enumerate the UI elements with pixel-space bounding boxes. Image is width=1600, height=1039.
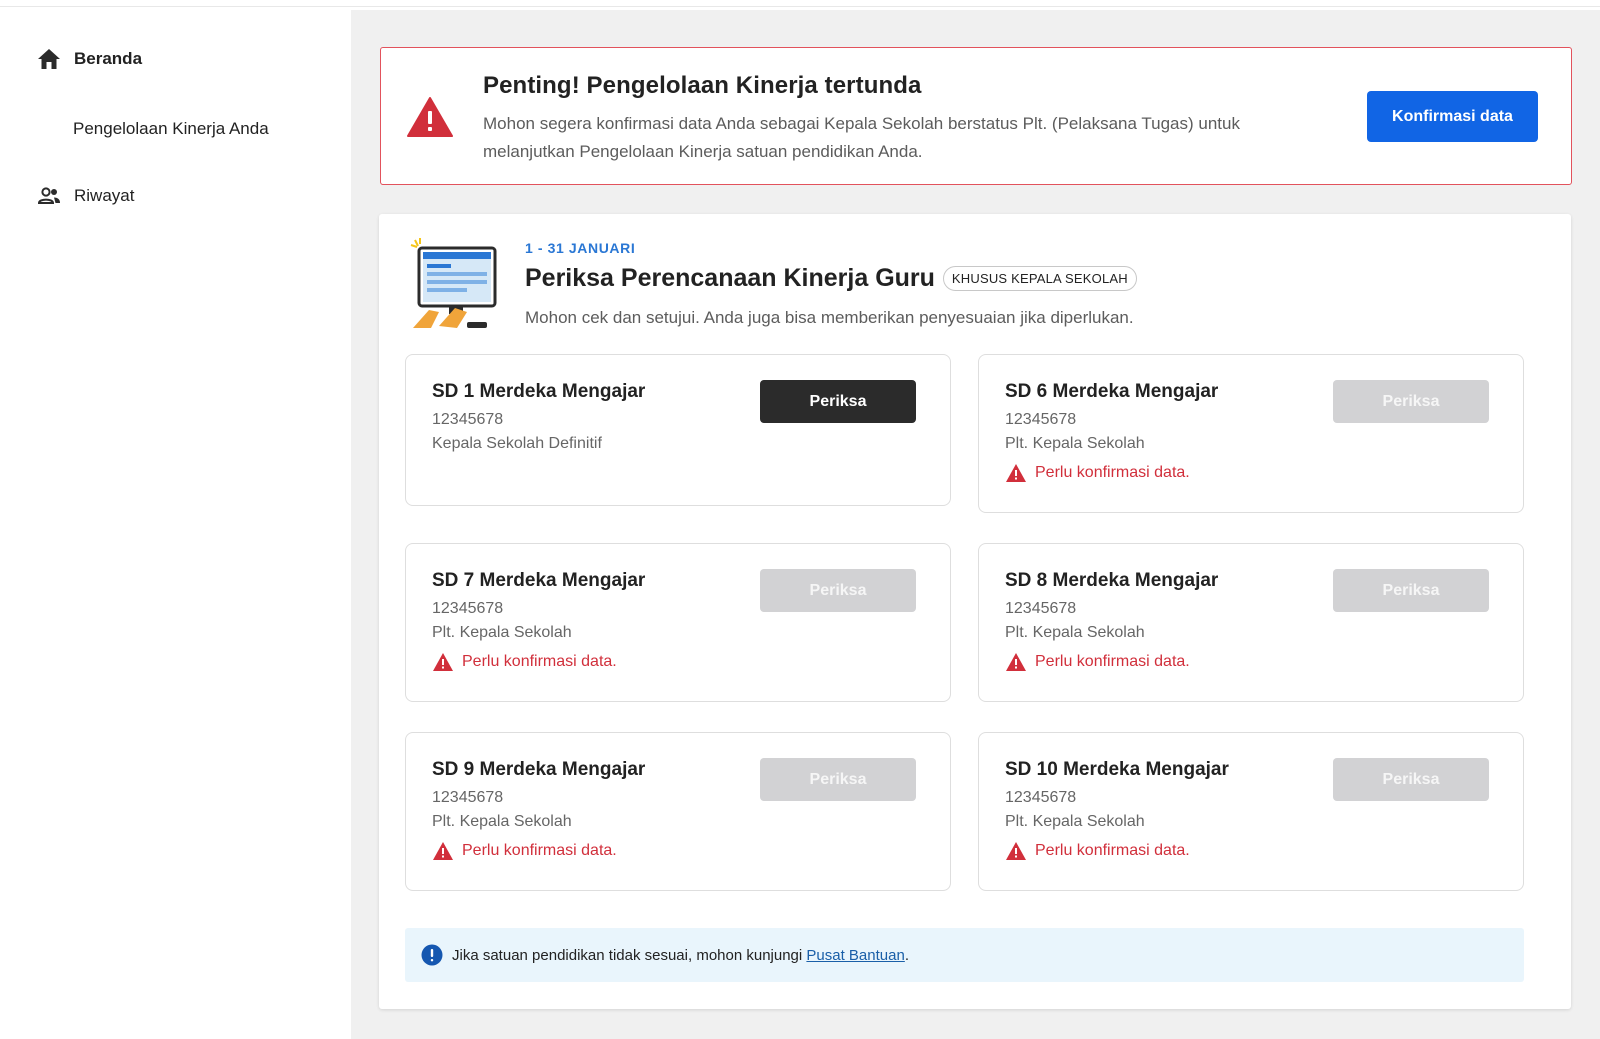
school-npsn: 12345678 [432, 411, 504, 428]
warning-icon [1006, 842, 1026, 860]
warning-icon [433, 653, 453, 671]
school-role: Plt. Kepala Sekolah [1005, 435, 1145, 452]
school-name: SD 9 Merdeka Mengajar [432, 759, 646, 780]
sidebar-item-label: Riwayat [74, 186, 135, 205]
periksa-button[interactable]: Periksa [1333, 569, 1489, 612]
school-npsn: 12345678 [1005, 600, 1077, 617]
school-npsn: 12345678 [432, 600, 504, 617]
section-header: Periksa Perencanaan Kinerja Guru KHUSUS … [525, 264, 1137, 293]
school-role: Plt. Kepala Sekolah [432, 813, 572, 830]
school-card: SD 1 Merdeka Mengajar 12345678 Kepala Se… [405, 354, 951, 506]
school-card: SD 7 Merdeka Mengajar 12345678 Plt. Kepa… [405, 543, 951, 702]
confirmation-warning: Perlu konfirmasi data. [1005, 463, 1190, 483]
konfirmasi-data-button[interactable]: Konfirmasi data [1367, 91, 1538, 142]
school-npsn: 12345678 [1005, 411, 1077, 428]
school-name: SD 10 Merdeka Mengajar [1005, 759, 1229, 780]
warning-text: Perlu konfirmasi data. [1035, 653, 1190, 670]
sidebar: Beranda Pengelolaan Kinerja Anda Riwayat [0, 8, 351, 1039]
periksa-button[interactable]: Periksa [760, 758, 916, 801]
confirmation-warning: Perlu konfirmasi data. [1005, 841, 1190, 861]
school-role: Kepala Sekolah Definitif [432, 435, 602, 452]
periksa-button[interactable]: Periksa [1333, 380, 1489, 423]
school-role: Plt. Kepala Sekolah [1005, 813, 1145, 830]
info-text: Jika satuan pendidikan tidak sesuai, moh… [452, 946, 807, 964]
sidebar-item-label: Pengelolaan Kinerja Anda [73, 119, 269, 138]
pending-alert: Penting! Pengelolaan Kinerja tertunda Mo… [380, 47, 1572, 185]
confirmation-warning: Perlu konfirmasi data. [432, 652, 617, 672]
school-npsn: 12345678 [432, 789, 504, 806]
school-card: SD 8 Merdeka Mengajar 12345678 Plt. Kepa… [978, 543, 1524, 702]
warning-icon [1006, 653, 1026, 671]
warning-text: Perlu konfirmasi data. [1035, 842, 1190, 859]
school-name: SD 1 Merdeka Mengajar [432, 381, 646, 402]
info-icon [421, 944, 443, 966]
alert-description: Mohon segera konfirmasi data Anda sebaga… [483, 114, 1240, 161]
help-center-link[interactable]: Pusat Bantuan [806, 947, 904, 964]
section-description: Mohon cek dan setujui. Anda juga bisa me… [525, 308, 1134, 327]
sidebar-item-pengelolaan-kinerja[interactable]: Pengelolaan Kinerja Anda [73, 119, 269, 139]
people-icon [36, 183, 62, 209]
confirmation-warning: Perlu konfirmasi data. [432, 841, 617, 861]
school-card: SD 6 Merdeka Mengajar 12345678 Plt. Kepa… [978, 354, 1524, 513]
school-card: SD 10 Merdeka Mengajar 12345678 Plt. Kep… [978, 732, 1524, 891]
school-role: Plt. Kepala Sekolah [432, 624, 572, 641]
sidebar-item-label: Beranda [74, 49, 143, 68]
monitor-illustration-icon [410, 238, 497, 328]
warning-icon [407, 97, 453, 137]
warning-text: Perlu konfirmasi data. [462, 653, 617, 670]
school-name: SD 8 Merdeka Mengajar [1005, 570, 1219, 591]
section-title: Periksa Perencanaan Kinerja Guru [525, 264, 935, 292]
sidebar-item-beranda[interactable]: Beranda [36, 46, 142, 72]
warning-icon [433, 842, 453, 860]
school-name: SD 7 Merdeka Mengajar [432, 570, 646, 591]
help-info-bar: Jika satuan pendidikan tidak sesuai, moh… [405, 928, 1524, 982]
sidebar-item-riwayat[interactable]: Riwayat [36, 183, 134, 209]
school-name: SD 6 Merdeka Mengajar [1005, 381, 1219, 402]
warning-text: Perlu konfirmasi data. [1035, 464, 1190, 481]
periksa-button[interactable]: Periksa [760, 380, 916, 423]
periksa-button[interactable]: Periksa [760, 569, 916, 612]
performance-planning-card: 1 - 31 JANUARI Periksa Perencanaan Kiner… [379, 214, 1571, 1009]
confirmation-warning: Perlu konfirmasi data. [1005, 652, 1190, 672]
top-border [0, 0, 1600, 7]
principal-only-badge: KHUSUS KEPALA SEKOLAH [942, 266, 1137, 291]
info-text-end: . [904, 946, 909, 964]
periksa-button[interactable]: Periksa [1333, 758, 1489, 801]
school-card: SD 9 Merdeka Mengajar 12345678 Plt. Kepa… [405, 732, 951, 891]
alert-title: Penting! Pengelolaan Kinerja tertunda [483, 72, 922, 99]
school-role: Plt. Kepala Sekolah [1005, 624, 1145, 641]
warning-icon [1006, 464, 1026, 482]
period-date: 1 - 31 JANUARI [525, 240, 636, 256]
home-icon [36, 46, 62, 72]
warning-text: Perlu konfirmasi data. [462, 842, 617, 859]
school-npsn: 12345678 [1005, 789, 1077, 806]
